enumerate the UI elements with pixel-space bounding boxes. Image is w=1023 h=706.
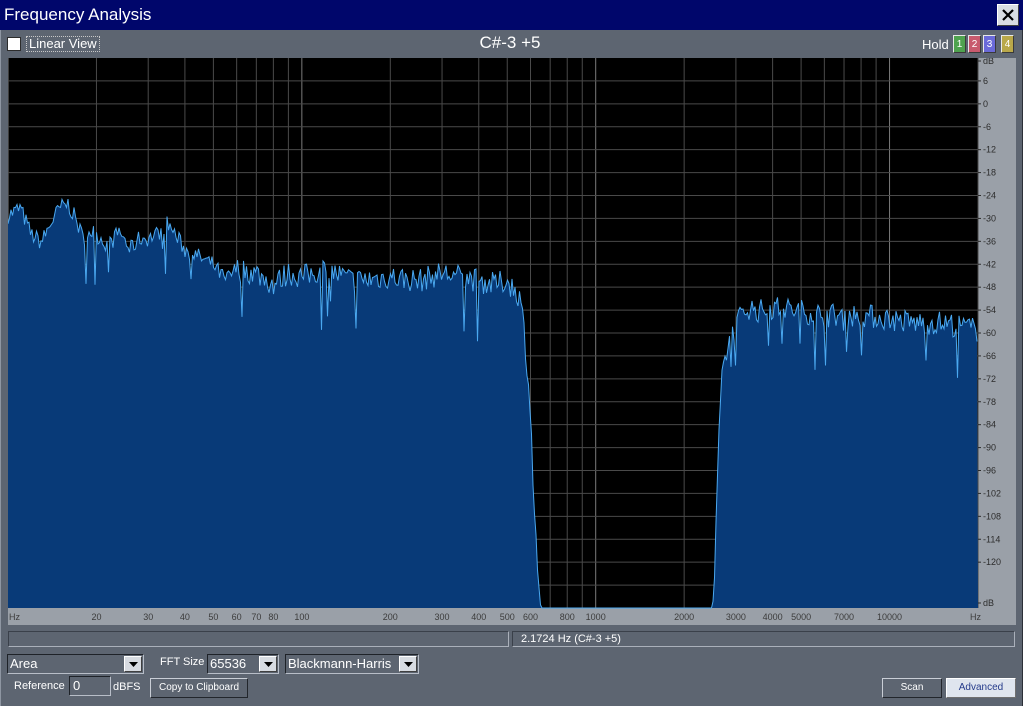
x-tick-label: 200 bbox=[383, 612, 398, 622]
y-tick-label: -96 bbox=[983, 466, 996, 476]
x-tick-label: 100 bbox=[294, 612, 309, 622]
hold-button-label: 1 bbox=[956, 39, 963, 50]
y-tick-label: -72 bbox=[983, 374, 996, 384]
chevron-down-icon[interactable] bbox=[259, 656, 277, 672]
y-tick-label: -84 bbox=[983, 420, 996, 430]
chevron-down-icon[interactable] bbox=[124, 656, 142, 672]
hold-button-4[interactable]: 4 bbox=[1001, 35, 1014, 53]
scan-button[interactable]: Scan bbox=[882, 678, 942, 698]
hold-label: Hold bbox=[922, 37, 949, 52]
y-tick-label: -30 bbox=[983, 213, 996, 223]
x-tick-label: 4000 bbox=[763, 612, 783, 622]
y-tick-label: dB bbox=[983, 58, 994, 66]
fft-size-value: 65536 bbox=[210, 656, 247, 671]
spectrum-svg: Hz 20 30 40 50 60 70 80 100 200 300 400 500 600 800 100… bbox=[8, 58, 1016, 625]
display-mode-value: Area bbox=[10, 656, 38, 671]
hold-button-label: 3 bbox=[986, 39, 993, 50]
fft-size-label: FFT Size bbox=[160, 656, 205, 668]
y-tick-label: -66 bbox=[983, 351, 996, 361]
reference-label: Reference bbox=[14, 680, 65, 692]
hold-button-2[interactable]: 2 bbox=[968, 35, 981, 53]
y-tick-label: -120 bbox=[983, 557, 1001, 567]
reference-unit: dBFS bbox=[113, 681, 141, 693]
x-tick-label: 3000 bbox=[726, 612, 746, 622]
fft-size-select[interactable]: 65536 bbox=[207, 654, 279, 674]
note-readout: C#-3 +5 bbox=[479, 33, 541, 52]
window-title: Frequency Analysis bbox=[4, 5, 152, 24]
x-tick-label: 800 bbox=[560, 612, 575, 622]
y-tick-label: 6 bbox=[983, 76, 988, 86]
x-tick-label: 5000 bbox=[791, 612, 811, 622]
status-bar-left bbox=[8, 631, 509, 647]
x-tick-label: 40 bbox=[180, 612, 190, 622]
y-tick-label: -12 bbox=[983, 145, 996, 155]
hold-button-1[interactable]: 1 bbox=[953, 35, 966, 53]
window-function-value: Blackmann-Harris bbox=[288, 656, 392, 671]
linear-view-checkbox[interactable] bbox=[7, 37, 21, 51]
y-tick-label: -108 bbox=[983, 511, 1001, 521]
window-function-select[interactable]: Blackmann-Harris bbox=[285, 654, 419, 674]
y-tick-label: dB bbox=[983, 598, 994, 608]
x-tick-label: 600 bbox=[523, 612, 538, 622]
y-tick-label: -60 bbox=[983, 328, 996, 338]
close-button[interactable] bbox=[997, 4, 1019, 26]
close-icon bbox=[1002, 9, 1014, 21]
y-tick-label: -42 bbox=[983, 259, 996, 269]
status-bar-frequency: 2.1724 Hz (C#-3 +5) bbox=[512, 631, 1015, 647]
reference-input[interactable]: 0 bbox=[69, 676, 111, 696]
x-tick-label: 30 bbox=[143, 612, 153, 622]
x-tick-label: 7000 bbox=[834, 612, 854, 622]
x-tick-label: 400 bbox=[471, 612, 486, 622]
hold-button-label: 2 bbox=[971, 39, 978, 50]
title-bar: Frequency Analysis bbox=[0, 0, 1023, 30]
y-tick-label: -48 bbox=[983, 282, 996, 292]
x-tick-label: 50 bbox=[208, 612, 218, 622]
x-tick-label: 300 bbox=[435, 612, 450, 622]
chevron-down-icon[interactable] bbox=[399, 656, 417, 672]
y-tick-label: -36 bbox=[983, 236, 996, 246]
y-tick-label: 0 bbox=[983, 99, 988, 109]
hold-button-3[interactable]: 3 bbox=[983, 35, 996, 53]
display-mode-select[interactable]: Area bbox=[7, 654, 144, 674]
x-tick-label: 60 bbox=[232, 612, 242, 622]
y-tick-label: -24 bbox=[983, 191, 996, 201]
y-tick-label: -6 bbox=[983, 122, 991, 132]
advanced-button[interactable]: Advanced bbox=[946, 678, 1016, 698]
x-tick-label: 500 bbox=[500, 612, 515, 622]
x-tick-label: Hz bbox=[970, 612, 981, 622]
y-tick-label: -18 bbox=[983, 168, 996, 178]
x-tick-label: 2000 bbox=[674, 612, 694, 622]
y-tick-label: -114 bbox=[983, 534, 1000, 544]
x-tick-label: 10000 bbox=[877, 612, 902, 622]
y-tick-label: -102 bbox=[983, 488, 1001, 498]
linear-view-label[interactable]: Linear View bbox=[26, 36, 100, 52]
y-tick-label: -78 bbox=[983, 397, 996, 407]
y-tick-label: -90 bbox=[983, 443, 996, 453]
copy-to-clipboard-button[interactable]: Copy to Clipboard bbox=[150, 678, 248, 698]
x-tick-label: 20 bbox=[91, 612, 101, 622]
x-tick-label: 70 bbox=[251, 612, 261, 622]
y-tick-label: -54 bbox=[983, 305, 996, 315]
hold-button-label: 4 bbox=[1004, 39, 1011, 50]
spectrum-plot[interactable]: Hz 20 30 40 50 60 70 80 100 200 300 400 500 600 800 100… bbox=[8, 58, 1016, 625]
x-tick-label: Hz bbox=[9, 612, 20, 622]
x-tick-label: 80 bbox=[268, 612, 278, 622]
x-tick-label: 1000 bbox=[586, 612, 606, 622]
